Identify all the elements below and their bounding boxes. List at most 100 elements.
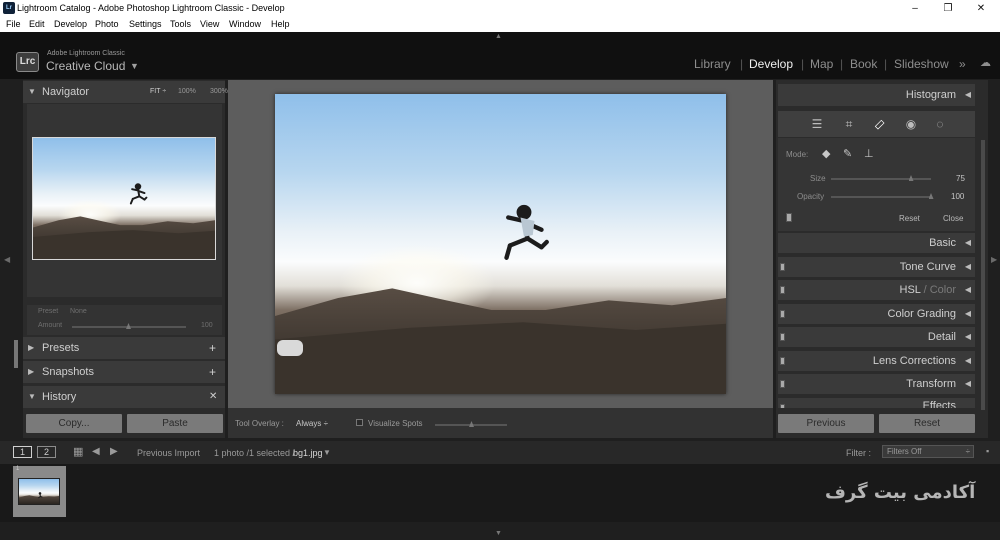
panel-toggle-switch[interactable] — [780, 380, 785, 388]
grid-view-icon[interactable]: ▦ — [73, 445, 83, 458]
snapshots-header[interactable]: ▶ Snapshots + — [23, 361, 225, 383]
effects-header[interactable]: Effects — [778, 398, 975, 408]
panel-toggle-switch[interactable] — [780, 404, 785, 408]
opacity-value[interactable]: 100 — [951, 192, 964, 201]
source-label[interactable]: Previous Import — [137, 448, 200, 458]
minimize-button[interactable]: – — [900, 0, 930, 17]
forward-arrow-icon[interactable]: ▶ — [110, 446, 118, 457]
navigator-header[interactable]: ▼ Navigator FIT ÷ 100% 300% ÷ — [23, 81, 241, 103]
crop-icon[interactable]: ⌗ — [842, 117, 856, 131]
filename-dropdown-icon[interactable]: ▼ — [323, 448, 331, 457]
heal-close-button[interactable]: Close — [943, 214, 963, 223]
tool-overlay-select[interactable]: Always ÷ — [296, 419, 328, 428]
detail-header[interactable]: Detail ◀ — [778, 327, 975, 347]
panel-toggle-switch[interactable] — [780, 357, 785, 365]
menu-help[interactable]: Help — [271, 19, 290, 29]
module-slideshow[interactable]: Slideshow — [894, 57, 949, 71]
presets-header[interactable]: ▶ Presets + — [23, 337, 225, 359]
main-photo[interactable] — [275, 94, 726, 394]
close-window-button[interactable]: ✕ — [966, 0, 996, 17]
presets-title: Presets — [42, 342, 80, 354]
right-panel-scrollbar[interactable] — [981, 140, 985, 410]
collapse-triangle-icon: ▼ — [28, 392, 36, 401]
menu-edit[interactable]: Edit — [29, 19, 45, 29]
module-map[interactable]: Map — [810, 57, 833, 71]
color-tab[interactable]: Color — [930, 284, 956, 296]
filter-lock-icon[interactable]: ▪ — [986, 446, 989, 456]
module-develop[interactable]: Develop — [749, 57, 793, 71]
copy-button[interactable]: Copy... — [26, 414, 122, 433]
menu-view[interactable]: View — [200, 19, 219, 29]
left-panel-scrollbar[interactable] — [14, 340, 18, 368]
clear-history-icon[interactable]: ✕ — [209, 386, 217, 408]
zoom-100[interactable]: 100% — [178, 81, 196, 103]
panel-toggle-switch[interactable] — [780, 263, 785, 271]
more-modules-icon[interactable]: » — [959, 57, 966, 71]
add-snapshot-icon[interactable]: + — [209, 361, 216, 383]
panel-toggle-switch[interactable] — [780, 333, 785, 341]
hsl-tab[interactable]: HSL — [900, 284, 921, 296]
expand-triangle-icon: ▶ — [28, 367, 35, 376]
hsl-color-header[interactable]: HSL / Color ◀ — [778, 280, 975, 300]
visualize-spots-checkbox[interactable] — [356, 419, 363, 426]
color-grading-header[interactable]: Color Grading ◀ — [778, 304, 975, 324]
left-panel-toggle-icon[interactable]: ◀ — [4, 255, 10, 264]
lens-corrections-header[interactable]: Lens Corrections ◀ — [778, 351, 975, 371]
panel-toggle-switch[interactable] — [780, 286, 785, 294]
brand-product-name: Adobe Lightroom Classic — [47, 50, 125, 57]
menu-file[interactable]: File — [6, 19, 21, 29]
identity-dropdown-icon[interactable]: ▼ — [130, 61, 139, 71]
preset-value[interactable]: None — [70, 308, 87, 315]
size-value[interactable]: 75 — [956, 174, 965, 183]
maximize-button[interactable]: ❐ — [933, 0, 963, 17]
zoom-300[interactable]: 300% — [210, 81, 228, 103]
histogram-header[interactable]: Histogram ◀ — [778, 84, 975, 106]
content-aware-remove-icon[interactable]: ◆ — [822, 147, 830, 160]
bottom-panel-toggle-icon[interactable]: ▼ — [495, 530, 502, 537]
red-eye-icon[interactable]: ◉ — [904, 117, 918, 131]
previous-button[interactable]: Previous — [778, 414, 874, 433]
transform-header[interactable]: Transform ◀ — [778, 374, 975, 394]
navigator-thumbnail[interactable] — [32, 137, 216, 260]
basic-title: Basic — [929, 237, 956, 249]
reset-button[interactable]: Reset — [879, 414, 975, 433]
filter-select[interactable]: Filters Off ÷ — [882, 445, 974, 458]
filmstrip-thumbnail[interactable] — [18, 478, 60, 505]
menu-settings[interactable]: Settings — [129, 19, 162, 29]
tone-curve-header[interactable]: Tone Curve ◀ — [778, 257, 975, 277]
add-preset-icon[interactable]: + — [209, 337, 216, 359]
filename[interactable]: bg1.jpg — [293, 448, 323, 458]
size-slider-track[interactable] — [831, 178, 931, 180]
history-header[interactable]: ▼ History ✕ — [23, 386, 225, 408]
module-separator: | — [840, 57, 844, 71]
module-library[interactable]: Library — [694, 57, 731, 71]
masking-icon[interactable]: ◌ — [933, 117, 947, 131]
zoom-fit[interactable]: FIT ÷ — [150, 81, 166, 103]
heal-reset-button[interactable]: Reset — [899, 214, 920, 223]
size-label: Size — [810, 174, 826, 183]
paste-button[interactable]: Paste — [127, 414, 223, 433]
heal-mode-icon[interactable]: ✎ — [843, 147, 852, 160]
menu-photo[interactable]: Photo — [95, 19, 119, 29]
menu-develop[interactable]: Develop — [54, 19, 87, 29]
menu-tools[interactable]: Tools — [170, 19, 191, 29]
panel-toggle-switch[interactable] — [780, 310, 785, 318]
main-window-button[interactable]: 1 — [13, 446, 32, 458]
opacity-label: Opacity — [797, 192, 825, 201]
cloud-sync-icon[interactable]: ☁ — [980, 56, 991, 69]
hsl-color-title: HSL / Color — [900, 284, 956, 296]
tone-curve-title: Tone Curve — [899, 261, 956, 273]
module-book[interactable]: Book — [850, 57, 877, 71]
top-panel-toggle-icon[interactable]: ▲ — [495, 33, 502, 40]
right-panel-toggle-icon[interactable]: ▶ — [991, 255, 997, 264]
menu-window[interactable]: Window — [229, 19, 261, 29]
secondary-window-button[interactable]: 2 — [37, 446, 56, 458]
healing-toggle-switch[interactable] — [786, 213, 792, 222]
opacity-slider-track[interactable] — [831, 196, 931, 198]
clone-stamp-icon[interactable]: ⊥ — [864, 147, 874, 160]
basic-header[interactable]: Basic ◀ — [778, 233, 975, 253]
brand-identity-plate[interactable]: Creative Cloud — [46, 59, 125, 73]
back-arrow-icon[interactable]: ◀ — [92, 446, 100, 457]
adjust-sliders-icon[interactable]: ☰ — [810, 117, 824, 131]
lens-corrections-title: Lens Corrections — [872, 355, 956, 367]
